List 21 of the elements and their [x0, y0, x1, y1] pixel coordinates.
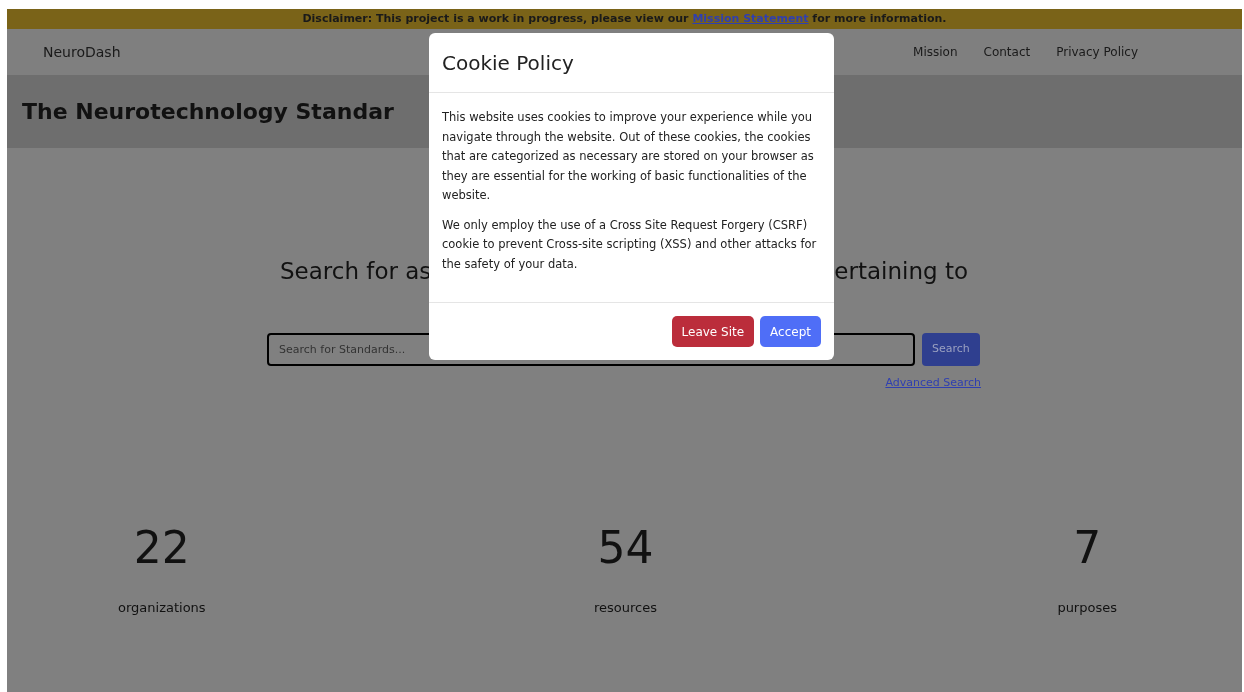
stat-value: 22 [133, 526, 190, 570]
disclaimer-text: Disclaimer: This project is a work in progress, please view our Mission Statement for more information. [302, 10, 947, 27]
dialog-paragraph: This website uses cookies to improve your experience while you navigate through the website. Out of these cookies, the cookies that are categorized as necessary are stored on your browser as they are essential for the working of basic functionalities of the website. [442, 109, 815, 204]
brand-name[interactable]: NeuroDash [43, 41, 121, 63]
search-button[interactable]: Search [922, 332, 980, 366]
stat-label: purposes [1057, 599, 1117, 617]
accept-button[interactable]: Accept [760, 316, 821, 347]
search-heading-fragment: Search for as [280, 257, 432, 286]
stat-value: 54 [597, 526, 654, 570]
dialog-title: Cookie Policy [442, 49, 574, 77]
stat-label: organizations [118, 599, 206, 617]
nav-link[interactable]: Contact [983, 43, 1031, 61]
page-title: The Neurotechnology Standar [22, 98, 394, 126]
dialog-paragraph: We only employ the use of a Cross Site Request Forgery (CSRF) cookie to prevent Cross-site scripting (XSS) and other attacks for the safety of your data. [442, 216, 818, 273]
search-heading-fragment: ertaining to [834, 257, 968, 286]
stat-label: resources [594, 599, 657, 617]
leave-site-button[interactable]: Leave Site [671, 316, 755, 347]
nav-link[interactable]: Privacy Policy [1056, 43, 1138, 61]
nav-link[interactable]: Mission [913, 43, 958, 61]
stat-value: 7 [1073, 526, 1102, 570]
advanced-search-link[interactable]: Advanced Search [885, 374, 981, 391]
